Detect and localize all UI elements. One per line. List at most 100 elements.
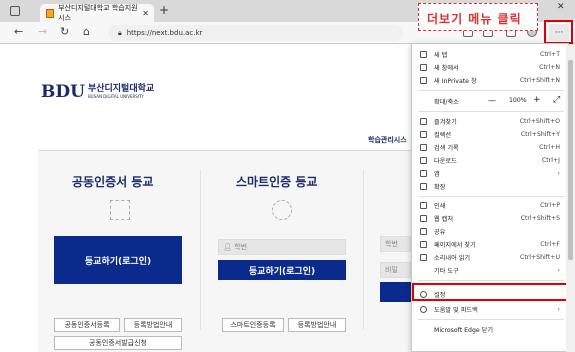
back-arrow-icon[interactable]: ← (14, 25, 23, 38)
menu-label: 기타 도구 (434, 268, 459, 275)
menu-label: 다운로드 (434, 158, 457, 165)
tab-close-icon[interactable]: ✕ (142, 9, 149, 18)
menu-label: 확장 (434, 184, 446, 191)
url-text: https://next.bdu.ac.kr (126, 29, 203, 37)
menu-shortcut: Ctrl+Shift+N (519, 77, 560, 84)
menu-shortcut: Ctrl+J (541, 157, 560, 164)
menu-item-new-window[interactable]: 새 창에서 Ctrl+N (412, 61, 570, 74)
menu-label: 웹 캡처 (434, 216, 454, 223)
close-window-button[interactable]: ✕ (557, 2, 565, 12)
menu-separator (418, 90, 564, 91)
scrollbar-thumb[interactable] (568, 60, 573, 260)
password-field[interactable]: 비밀 (380, 262, 411, 278)
cert-guide-button[interactable]: 등록방법안내 (124, 318, 182, 332)
chevron-right-icon: › (557, 170, 560, 177)
apps-icon (420, 170, 427, 177)
share-icon (420, 228, 427, 235)
menu-item-apps[interactable]: 앱 › (412, 167, 570, 180)
menu-item-collections[interactable]: 컬렉션 Ctrl+Shift+Y (412, 128, 570, 141)
menu-label: 새 창에서 (434, 65, 459, 72)
zoom-label: 확대/축소 (434, 99, 459, 106)
forward-arrow-icon[interactable]: → (38, 25, 47, 38)
menu-label: 공유 (434, 229, 446, 236)
menu-item-read-aloud[interactable]: 소리내어 읽기 Ctrl+Shift+U (412, 251, 570, 264)
menu-label: 컬렉션 (434, 132, 452, 139)
user-icon: 👤︎ (223, 243, 232, 251)
panel-divider (200, 170, 201, 330)
menu-label: 인쇄 (434, 203, 446, 210)
home-icon[interactable]: ⌂ (83, 25, 90, 38)
site-logo[interactable]: BDU 부산디지털대학교 BUSAN DIGITAL UNIVERSITY (41, 82, 154, 102)
menu-item-more-tools[interactable]: 기타 도구 › (412, 264, 570, 277)
history-icon (420, 144, 427, 151)
smart-guide-button[interactable]: 등록방법안내 (288, 318, 346, 332)
smart-login-button[interactable]: 등교하기(로그인) (218, 260, 346, 280)
id-login-button[interactable] (380, 282, 411, 302)
menu-label: 검색 기록 (434, 145, 459, 152)
menu-shortcut: Ctrl+Shift+S (520, 215, 560, 222)
fullscreen-icon[interactable]: ⤢ (553, 95, 560, 105)
settings-highlight (412, 283, 568, 301)
refresh-icon[interactable]: ↻ (60, 25, 69, 38)
zoom-row: 확대/축소 — 100% + ⤢ (412, 94, 570, 108)
menu-shortcut: Ctrl+Shift+U (520, 254, 560, 261)
download-icon (420, 157, 427, 164)
menu-separator (418, 111, 564, 112)
logo-english: BUSAN DIGITAL UNIVERSITY (87, 94, 144, 100)
zoom-in-button[interactable]: + (533, 95, 541, 105)
cert-login-button[interactable]: 등교하기(로그인) (54, 236, 182, 284)
smart-login-title: 스마트인증 등교 (236, 175, 318, 189)
browser-tab[interactable]: 부산디지털대학교 학습지원시스 ✕ (40, 4, 154, 22)
menu-label: 즐겨찾기 (434, 119, 457, 126)
smart-id-placeholder: 학번 (234, 243, 248, 251)
menu-label: 새 InPrivate 창 (434, 78, 477, 85)
inprivate-icon (420, 77, 427, 84)
star-icon (420, 118, 427, 125)
zoom-out-button[interactable]: — (488, 96, 496, 105)
menu-item-web-capture[interactable]: 웹 캡처 Ctrl+Shift+S (412, 212, 570, 225)
lock-icon: 🔒︎ (118, 28, 122, 37)
smart-id-field[interactable]: 👤︎ 학번 (218, 239, 346, 255)
menu-item-favorites[interactable]: 즐겨찾기 Ctrl+Shift+O (412, 115, 570, 128)
menu-shortcut: Ctrl+T (540, 51, 560, 58)
callout-text: 더보기 메뉴 클릭 (427, 12, 522, 26)
menu-item-close-edge[interactable]: Microsoft Edge 닫기 (412, 323, 570, 336)
settings-and-more-menu: 새 탭 Ctrl+T 새 창에서 Ctrl+N 새 InPrivate 창 Ct… (411, 43, 569, 352)
id-placeholder: 학번 (385, 240, 398, 248)
menu-item-inprivate[interactable]: 새 InPrivate 창 Ctrl+Shift+N (412, 74, 570, 87)
cert-usb-icon (110, 200, 130, 220)
menu-item-downloads[interactable]: 다운로드 Ctrl+J (412, 154, 570, 167)
menu-separator (418, 280, 564, 281)
collections-icon (420, 131, 427, 138)
menu-item-print[interactable]: 인쇄 Ctrl+P (412, 199, 570, 212)
menu-shortcut: Ctrl+N (539, 64, 560, 71)
extensions-icon (420, 183, 427, 190)
menu-separator (418, 196, 564, 197)
menu-item-history[interactable]: 검색 기록 Ctrl+H (412, 141, 570, 154)
menu-label: 소리내어 읽기 (434, 255, 471, 262)
smart-auth-icon (272, 200, 292, 220)
site-favicon-icon (46, 8, 55, 18)
read-aloud-icon (420, 254, 427, 261)
new-tab-button[interactable]: + (159, 3, 169, 17)
zoom-value: 100% (509, 97, 527, 104)
chevron-right-icon: › (557, 306, 560, 313)
lms-title: 학습관리시스 (368, 136, 407, 144)
smart-register-button[interactable]: 스마트인증등록 (222, 318, 284, 332)
menu-item-help[interactable]: 도움말 및 피드백 › (412, 303, 570, 316)
tab-actions-icon[interactable] (10, 6, 20, 16)
menu-label: 도움말 및 피드백 (434, 307, 478, 314)
menu-item-new-tab[interactable]: 새 탭 Ctrl+T (412, 48, 570, 61)
menu-item-share[interactable]: 공유 (412, 225, 570, 238)
menu-item-extensions[interactable]: 확장 (412, 180, 570, 193)
menu-label: 새 탭 (434, 52, 448, 59)
help-icon (420, 306, 427, 313)
id-field[interactable]: 학번 (380, 236, 411, 252)
find-icon (420, 241, 427, 248)
cert-issue-button[interactable]: 공동인증서발급신청 (54, 336, 182, 350)
logo-korean: 부산디지털대학교 (87, 83, 155, 94)
menu-shortcut: Ctrl+P (540, 202, 560, 209)
cert-register-button[interactable]: 공동인증서등록 (54, 318, 120, 332)
address-bar[interactable]: 🔒︎ https://next.bdu.ac.kr (108, 25, 403, 41)
menu-item-find[interactable]: 페이지에서 찾기 Ctrl+F (412, 238, 570, 251)
